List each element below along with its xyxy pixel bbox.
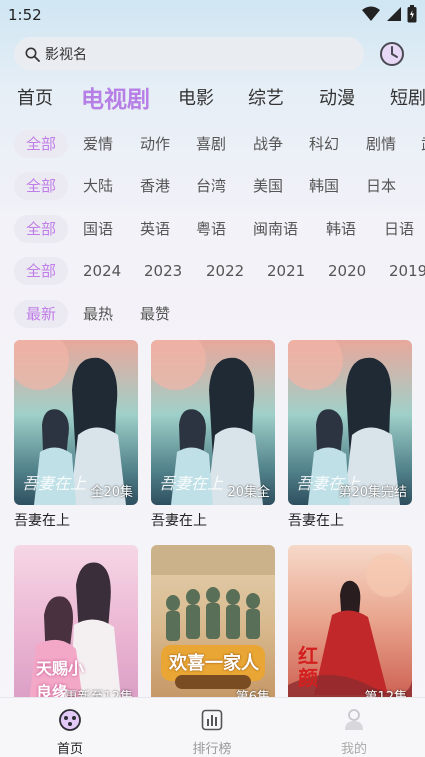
language-chip[interactable]: 英语 [140,215,170,243]
year-chip[interactable]: 2019 [389,257,425,285]
bottom-tab-label: 首页 [56,742,83,757]
episode-badge: 第20集完结 [338,485,407,500]
battery-icon [407,5,417,23]
genre-chip[interactable]: 剧情 [366,130,396,158]
tab-short-drama[interactable]: 短剧 [390,84,425,110]
sort-chip-latest[interactable]: 最新 [14,300,69,328]
bar-chart-icon [201,709,223,731]
poster-image: 吾妻在上 全20集 [14,340,138,505]
tab-movies[interactable]: 电影 [178,84,214,110]
region-chip[interactable]: 美国 [253,172,283,200]
region-chip-all[interactable]: 全部 [14,172,69,200]
poster-image: 欢喜一家人 第6集 [151,545,275,700]
genre-chip-all[interactable]: 全部 [14,130,69,158]
profile-icon [345,709,363,730]
poster-calligraphy: 红颜 [298,644,318,690]
tab-anime[interactable]: 动漫 [319,84,355,110]
language-chip-all[interactable]: 全部 [14,215,69,243]
card-title: 吾妻在上 [288,513,344,529]
search-icon [25,47,40,62]
year-chip-all[interactable]: 全部 [14,257,69,285]
bottom-tab-label: 我的 [340,742,367,757]
search-input[interactable]: 影视名 [14,37,364,71]
wifi-icon [362,6,380,21]
signal-icon [387,7,401,21]
year-chip[interactable]: 2021 [267,257,305,285]
genre-chip[interactable]: 爱情 [83,130,113,158]
video-card[interactable]: 天赐小良缘 更新至12集 [14,545,138,700]
language-chip[interactable]: 日语 [384,215,414,243]
sort-chip-hottest[interactable]: 最热 [83,300,113,328]
genre-filter-row: 全部 爱情 动作 喜剧 战争 科幻 剧情 武 [0,126,425,160]
poster-image: 吾妻在上 20集全 [151,340,275,505]
sort-filter-row: 最新 最热 最赞 [0,296,425,330]
genre-chip[interactable]: 科幻 [309,130,339,158]
tab-variety[interactable]: 综艺 [248,84,284,110]
video-card[interactable]: 吾妻在上 20集全 吾妻在上 [151,340,275,530]
episode-badge: 20集全 [227,485,270,500]
language-filter-row: 全部 国语 英语 粤语 闽南语 韩语 日语 [0,211,425,245]
home-icon [59,709,81,731]
video-card[interactable]: 红颜 第12集 [288,545,412,700]
year-filter-row: 全部 2024 2023 2022 2021 2020 2019 [0,253,425,287]
language-chip[interactable]: 韩语 [326,215,356,243]
video-card[interactable]: 欢喜一家人 第6集 [151,545,275,700]
bottom-nav: 首页 排行榜 我的 [0,697,425,757]
genre-chip[interactable]: 战争 [253,130,283,158]
bottom-tab-profile[interactable]: 我的 [319,708,389,757]
poster-image: 天赐小良缘 更新至12集 [14,545,138,700]
card-title: 吾妻在上 [151,513,207,529]
category-tabs: 首页 电视剧 电影 综艺 动漫 短剧 [0,80,425,114]
poster-calligraphy: 吾妻在上 [159,474,224,493]
sort-chip-top-rated[interactable]: 最赞 [140,300,170,328]
bottom-tab-home[interactable]: 首页 [35,708,105,757]
region-chip[interactable]: 香港 [140,172,170,200]
video-card[interactable]: 吾妻在上 第20集完结 吾妻在上 [288,340,412,530]
region-chip[interactable]: 台湾 [196,172,226,200]
region-chip[interactable]: 日本 [366,172,396,200]
status-bar: 1:52 [0,0,425,30]
genre-chip[interactable]: 喜剧 [196,130,226,158]
status-icons [362,5,417,23]
poster-image: 红颜 第12集 [288,545,412,700]
clock-icon [380,42,404,66]
language-chip[interactable]: 国语 [83,215,113,243]
tab-home[interactable]: 首页 [17,84,53,110]
region-filter-row: 全部 大陆 香港 台湾 美国 韩国 日本 [0,168,425,202]
region-chip[interactable]: 大陆 [83,172,113,200]
video-card[interactable]: 吾妻在上 全20集 吾妻在上 [14,340,138,530]
language-chip[interactable]: 闽南语 [253,215,298,243]
region-chip[interactable]: 韩国 [309,172,339,200]
content-grid: 吾妻在上 全20集 吾妻在上 吾妻在上 20集全 吾妻在上 吾妻在上 第20集完… [0,340,425,700]
episode-badge: 全20集 [90,485,133,500]
genre-chip[interactable]: 动作 [140,130,170,158]
status-time: 1:52 [8,6,42,24]
year-chip[interactable]: 2020 [328,257,366,285]
language-chip[interactable]: 粤语 [196,215,226,243]
history-button[interactable] [378,40,406,68]
bottom-tab-ranking[interactable]: 排行榜 [177,708,247,757]
tab-tv-series[interactable]: 电视剧 [81,80,150,114]
bottom-tab-label: 排行榜 [192,742,232,757]
poster-calligraphy: 欢喜一家人 [169,653,259,674]
poster-calligraphy: 吾妻在上 [22,474,87,493]
search-placeholder: 影视名 [45,47,87,63]
year-chip[interactable]: 2022 [206,257,244,285]
poster-image: 吾妻在上 第20集完结 [288,340,412,505]
genre-chip[interactable]: 武 [421,130,425,158]
year-chip[interactable]: 2023 [144,257,182,285]
card-title: 吾妻在上 [14,513,70,529]
year-chip[interactable]: 2024 [83,257,121,285]
